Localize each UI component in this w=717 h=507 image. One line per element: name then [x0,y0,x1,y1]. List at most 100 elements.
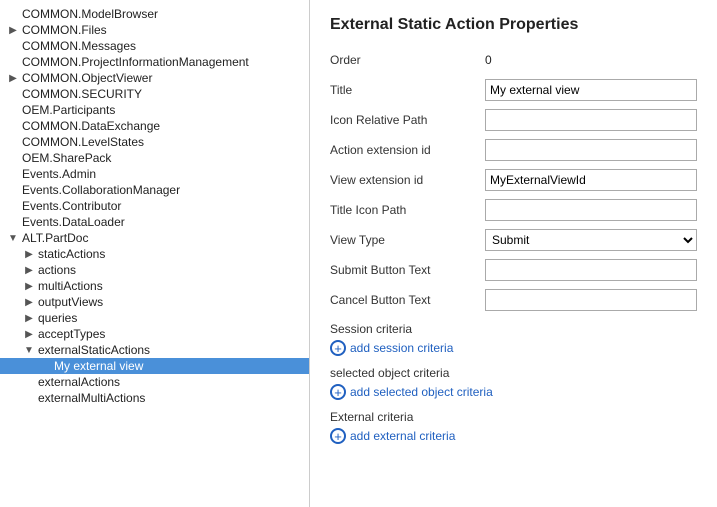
tree-item-my-external-view[interactable]: My external view [0,358,309,374]
tree-arrow: ▶ [6,73,20,84]
title-icon-path-row: Title Icon Path [330,198,697,222]
tree-item-label: externalStaticActions [36,343,150,357]
order-label: Order [330,53,485,67]
view-type-value[interactable]: Submit None [485,229,697,251]
tree-item-events-admin[interactable]: Events.Admin [0,166,309,182]
action-extension-id-value[interactable] [485,139,697,161]
add-session-criteria-row[interactable]: + add session criteria [330,340,697,356]
title-icon-path-input[interactable] [485,199,697,221]
title-row: Title [330,78,697,102]
tree-item-label: actions [36,263,76,277]
tree-item-oem-sharepack[interactable]: OEM.SharePack [0,150,309,166]
tree-arrow: ▶ [22,313,36,324]
tree-item-label: externalActions [36,375,120,389]
view-extension-id-value[interactable] [485,169,697,191]
tree-item-label: acceptTypes [36,327,105,341]
tree-item-common-files[interactable]: ▶ COMMON.Files [0,22,309,38]
tree-item-common-project-info[interactable]: COMMON.ProjectInformationManagement [0,54,309,70]
tree-item-common-data-exchange[interactable]: COMMON.DataExchange [0,118,309,134]
submit-button-text-row: Submit Button Text [330,258,697,282]
tree-arrow: ▶ [22,249,36,260]
tree-item-oem-participants[interactable]: OEM.Participants [0,102,309,118]
submit-button-text-value[interactable] [485,259,697,281]
add-external-criteria-button[interactable]: + add external criteria [330,428,455,444]
add-selected-object-criteria-button[interactable]: + add selected object criteria [330,384,493,400]
add-session-criteria-button[interactable]: + add session criteria [330,340,453,356]
tree-item-events-collaboration[interactable]: Events.CollaborationManager [0,182,309,198]
tree-arrow: ▶ [22,297,36,308]
action-extension-id-label: Action extension id [330,143,485,157]
tree-item-label: queries [36,311,77,325]
tree-arrow: ▶ [22,281,36,292]
tree-item-label: COMMON.ModelBrowser [20,7,158,21]
panel-title: External Static Action Properties [330,16,697,34]
tree-item-actions[interactable]: ▶ actions [0,262,309,278]
view-type-select[interactable]: Submit None [485,229,697,251]
plus-icon-3: + [330,428,346,444]
tree-item-output-views[interactable]: ▶ outputViews [0,294,309,310]
tree-item-label: COMMON.DataExchange [20,119,160,133]
action-extension-id-input[interactable] [485,139,697,161]
tree-item-common-messages[interactable]: COMMON.Messages [0,38,309,54]
tree-item-common-security[interactable]: COMMON.SECURITY [0,86,309,102]
tree-item-label: My external view [52,359,143,373]
add-external-criteria-row[interactable]: + add external criteria [330,428,697,444]
title-icon-path-value[interactable] [485,199,697,221]
cancel-button-text-input[interactable] [485,289,697,311]
tree-item-label: COMMON.Messages [20,39,136,53]
tree-item-label: COMMON.LevelStates [20,135,144,149]
tree-item-label: ALT.PartDoc [20,231,88,245]
tree-item-common-object-viewer[interactable]: ▶ COMMON.ObjectViewer [0,70,309,86]
tree-item-label: Events.Contributor [20,199,121,213]
submit-button-text-input[interactable] [485,259,697,281]
cancel-button-text-row: Cancel Button Text [330,288,697,312]
icon-relative-path-input[interactable] [485,109,697,131]
tree-item-common-model-browser[interactable]: COMMON.ModelBrowser [0,6,309,22]
tree-item-external-static-actions[interactable]: ▼ externalStaticActions [0,342,309,358]
tree-item-label: COMMON.Files [20,23,107,37]
add-selected-object-criteria-row[interactable]: + add selected object criteria [330,384,697,400]
order-value: 0 [485,53,697,67]
cancel-button-text-value[interactable] [485,289,697,311]
tree-panel[interactable]: COMMON.ModelBrowser ▶ COMMON.Files COMMO… [0,0,310,507]
add-external-criteria-label: add external criteria [350,429,455,443]
tree-arrow: ▶ [22,329,36,340]
tree-arrow: ▶ [22,265,36,276]
tree-item-label: COMMON.SECURITY [20,87,142,101]
external-criteria-header: External criteria [330,410,697,424]
add-session-criteria-label: add session criteria [350,341,453,355]
view-type-label: View Type [330,233,485,247]
icon-relative-path-row: Icon Relative Path [330,108,697,132]
tree-item-label: OEM.SharePack [20,151,111,165]
tree-item-events-contributor[interactable]: Events.Contributor [0,198,309,214]
submit-button-text-label: Submit Button Text [330,263,485,277]
tree-item-alt-part-doc[interactable]: ▼ ALT.PartDoc [0,230,309,246]
tree-arrow: ▼ [22,345,36,356]
tree-arrow: ▼ [6,233,20,244]
title-input[interactable] [485,79,697,101]
tree-item-external-actions[interactable]: externalActions [0,374,309,390]
tree-item-label: outputViews [36,295,103,309]
cancel-button-text-label: Cancel Button Text [330,293,485,307]
icon-relative-path-value[interactable] [485,109,697,131]
view-extension-id-input[interactable] [485,169,697,191]
selected-object-criteria-header: selected object criteria [330,366,697,380]
tree-item-multi-actions[interactable]: ▶ multiActions [0,278,309,294]
tree-item-events-data-loader[interactable]: Events.DataLoader [0,214,309,230]
icon-relative-path-label: Icon Relative Path [330,113,485,127]
properties-panel: External Static Action Properties Order … [310,0,717,507]
tree-item-common-level-states[interactable]: COMMON.LevelStates [0,134,309,150]
title-value[interactable] [485,79,697,101]
plus-icon-2: + [330,384,346,400]
view-extension-id-row: View extension id [330,168,697,192]
tree-item-queries[interactable]: ▶ queries [0,310,309,326]
tree-item-static-actions[interactable]: ▶ staticActions [0,246,309,262]
tree-item-accept-types[interactable]: ▶ acceptTypes [0,326,309,342]
view-extension-id-label: View extension id [330,173,485,187]
tree-item-label: OEM.Participants [20,103,115,117]
tree-item-label: externalMultiActions [36,391,145,405]
title-label: Title [330,83,485,97]
tree-item-external-multi-actions[interactable]: externalMultiActions [0,390,309,406]
add-selected-object-criteria-label: add selected object criteria [350,385,493,399]
tree-arrow: ▶ [6,25,20,36]
